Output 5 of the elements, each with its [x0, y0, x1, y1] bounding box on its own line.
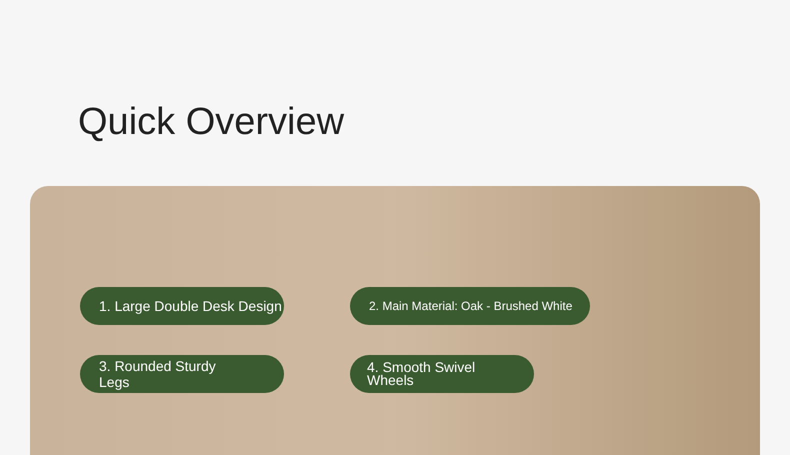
feature-pill: 4. Smooth Swivel Wheels — [350, 355, 534, 393]
feature-pill: 2. Main Material: Oak - Brushed White — [350, 287, 590, 325]
feature-pill: 1. Large Double Desk Design — [80, 287, 284, 325]
feature-pill: 3. Rounded Sturdy Legs — [80, 355, 284, 393]
section-heading: Quick Overview — [78, 100, 344, 144]
